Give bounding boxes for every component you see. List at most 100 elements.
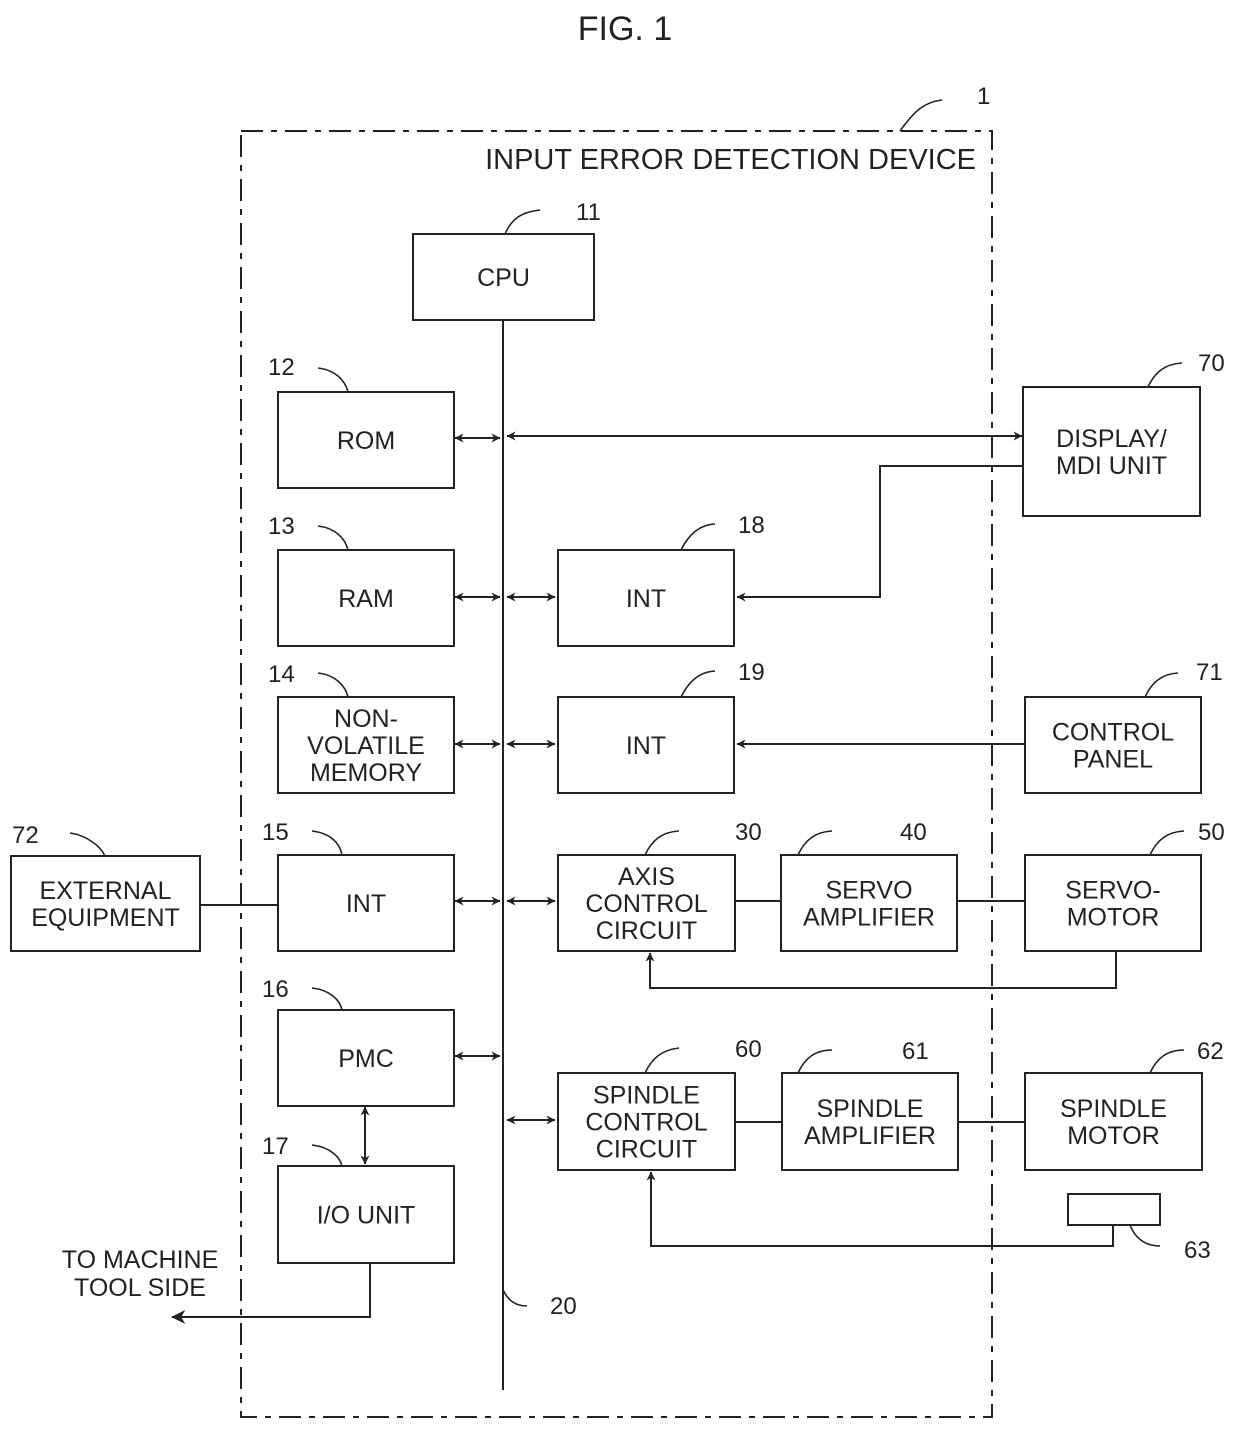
block-spindleamp-label: SPINDLE xyxy=(817,1095,924,1123)
block-servomotor-ref: 50 xyxy=(1198,819,1225,846)
block-external-ref: 72 xyxy=(12,822,39,849)
block-sensor: 63 xyxy=(1067,1193,1211,1264)
block-panel-ref: 71 xyxy=(1196,659,1223,686)
block-servomotor-ref-leader xyxy=(1149,830,1185,856)
block-panel: CONTROLPANEL 71 xyxy=(1024,659,1223,794)
block-int15: INT 15 xyxy=(262,819,455,952)
block-spindleamp-ref: 61 xyxy=(902,1038,929,1065)
block-spindlectl-label: CONTROL xyxy=(585,1109,707,1137)
block-int19: INT 19 xyxy=(557,659,765,794)
bus-ref: 20 xyxy=(550,1293,577,1320)
block-nvm: NON-VOLATILEMEMORY 14 xyxy=(268,661,455,794)
block-sensor-ref: 63 xyxy=(1184,1237,1211,1264)
block-display-label: DISPLAY/ xyxy=(1056,425,1167,453)
block-int18: INT 18 xyxy=(557,512,765,647)
block-spindlectl: SPINDLECONTROLCIRCUIT 60 xyxy=(557,1036,762,1171)
block-external-ref-leader xyxy=(69,832,106,857)
block-int15-ref-leader xyxy=(311,830,343,856)
block-cpu-ref: 11 xyxy=(576,199,601,226)
block-int18-ref: 18 xyxy=(738,512,765,539)
block-servoamp: SERVOAMPLIFIER 40 xyxy=(780,819,958,952)
block-ram-label: RAM xyxy=(338,585,394,613)
block-spindleamp-ref-leader xyxy=(797,1049,833,1074)
block-int19-ref: 19 xyxy=(738,659,765,686)
block-display: DISPLAY/MDI UNIT 70 xyxy=(1022,350,1225,517)
block-rom-label: ROM xyxy=(337,427,395,455)
servo-feedback-arrow xyxy=(645,950,1117,989)
block-axis-ref: 30 xyxy=(735,819,762,846)
block-axis: AXISCONTROLCIRCUIT 30 xyxy=(557,819,762,952)
block-axis-label: AXIS xyxy=(618,863,675,891)
block-diagram: FIG. 1 INPUT ERROR DETECTION DEVICE 1 20… xyxy=(10,10,1225,1418)
blocks-layer: CPU 11 ROM 12 RAM 13 NON-VOLATILEMEMORY 14 INT 15… xyxy=(10,199,1225,1264)
block-spindleamp: SPINDLEAMPLIFIER 61 xyxy=(781,1038,959,1171)
block-panel-label: PANEL xyxy=(1073,746,1153,774)
machine-side-label-line2: TOOL SIDE xyxy=(74,1274,206,1302)
block-rom: ROM 12 xyxy=(268,354,455,489)
block-display-ref: 70 xyxy=(1198,350,1225,377)
block-spindlectl-ref: 60 xyxy=(735,1036,762,1063)
figure-title: FIG. 1 xyxy=(578,10,672,48)
block-io-ref: 17 xyxy=(262,1133,289,1160)
block-spindlemotor-label: SPINDLE xyxy=(1060,1095,1167,1123)
block-int18-label: INT xyxy=(626,585,666,613)
block-nvm-label: NON- xyxy=(334,705,398,733)
block-display-label: MDI UNIT xyxy=(1056,452,1167,480)
block-cpu-label: CPU xyxy=(477,264,530,292)
block-int15-label: INT xyxy=(346,890,386,918)
device-ref-leader xyxy=(899,99,943,132)
block-int18-ref-leader xyxy=(680,523,716,551)
block-ram: RAM 13 xyxy=(268,513,455,647)
block-int15-ref: 15 xyxy=(262,819,289,846)
block-external: EXTERNALEQUIPMENT 72 xyxy=(10,822,201,952)
block-ram-ref-leader xyxy=(317,525,349,551)
block-ram-ref: 13 xyxy=(268,513,295,540)
block-external-label: EQUIPMENT xyxy=(31,904,180,932)
block-spindlectl-ref-leader xyxy=(644,1047,680,1074)
block-rom-ref: 12 xyxy=(268,354,295,381)
block-servoamp-ref-leader xyxy=(797,830,833,856)
block-cpu-ref-leader xyxy=(504,209,541,235)
block-spindlectl-label: SPINDLE xyxy=(593,1082,700,1110)
block-rom-ref-leader xyxy=(317,367,349,393)
block-axis-label: CIRCUIT xyxy=(596,917,697,945)
block-io-label: I/O UNIT xyxy=(317,1202,416,1230)
block-pmc-ref: 16 xyxy=(262,976,289,1003)
block-servoamp-label: SERVO xyxy=(825,877,912,905)
device-title: INPUT ERROR DETECTION DEVICE xyxy=(485,144,976,176)
block-nvm-label: VOLATILE xyxy=(307,732,425,760)
block-external-label: EXTERNAL xyxy=(40,877,172,905)
block-panel-ref-leader xyxy=(1144,672,1179,698)
block-axis-ref-leader xyxy=(644,830,680,856)
block-sensor-ref-leader xyxy=(1129,1224,1161,1247)
sensor-feedback-arrow xyxy=(646,1171,1114,1247)
block-cpu: CPU 11 xyxy=(412,199,601,321)
block-servoamp-ref: 40 xyxy=(900,819,927,846)
block-spindlemotor-ref: 62 xyxy=(1197,1038,1224,1065)
block-int19-label: INT xyxy=(626,732,666,760)
display-int18-arrow xyxy=(736,465,1022,602)
block-int19-ref-leader xyxy=(680,670,716,698)
block-sensor-frame xyxy=(1067,1193,1161,1226)
block-spindleamp-label: AMPLIFIER xyxy=(804,1122,936,1150)
block-pmc: PMC 16 xyxy=(262,976,455,1107)
block-io: I/O UNIT 17 xyxy=(262,1133,455,1264)
block-nvm-ref-leader xyxy=(317,672,349,698)
block-pmc-label: PMC xyxy=(338,1045,394,1073)
block-display-ref-leader xyxy=(1147,362,1183,388)
block-io-ref-leader xyxy=(311,1144,343,1167)
device-ref: 1 xyxy=(977,83,990,110)
block-spindlemotor: SPINDLEMOTOR 62 xyxy=(1024,1038,1224,1171)
block-servoamp-label: AMPLIFIER xyxy=(803,904,935,932)
block-servomotor-label: SERVO- xyxy=(1065,877,1160,905)
block-spindlemotor-ref-leader xyxy=(1149,1049,1185,1074)
block-nvm-ref: 14 xyxy=(268,661,295,688)
block-servomotor-label: MOTOR xyxy=(1067,904,1160,932)
block-panel-label: CONTROL xyxy=(1052,719,1174,747)
bus-ref-leader xyxy=(502,1289,528,1307)
block-axis-label: CONTROL xyxy=(585,890,707,918)
block-spindlemotor-label: MOTOR xyxy=(1067,1122,1160,1150)
block-spindlectl-label: CIRCUIT xyxy=(596,1136,697,1164)
block-nvm-label: MEMORY xyxy=(310,759,422,787)
machine-side-label-line1: TO MACHINE xyxy=(62,1246,219,1274)
